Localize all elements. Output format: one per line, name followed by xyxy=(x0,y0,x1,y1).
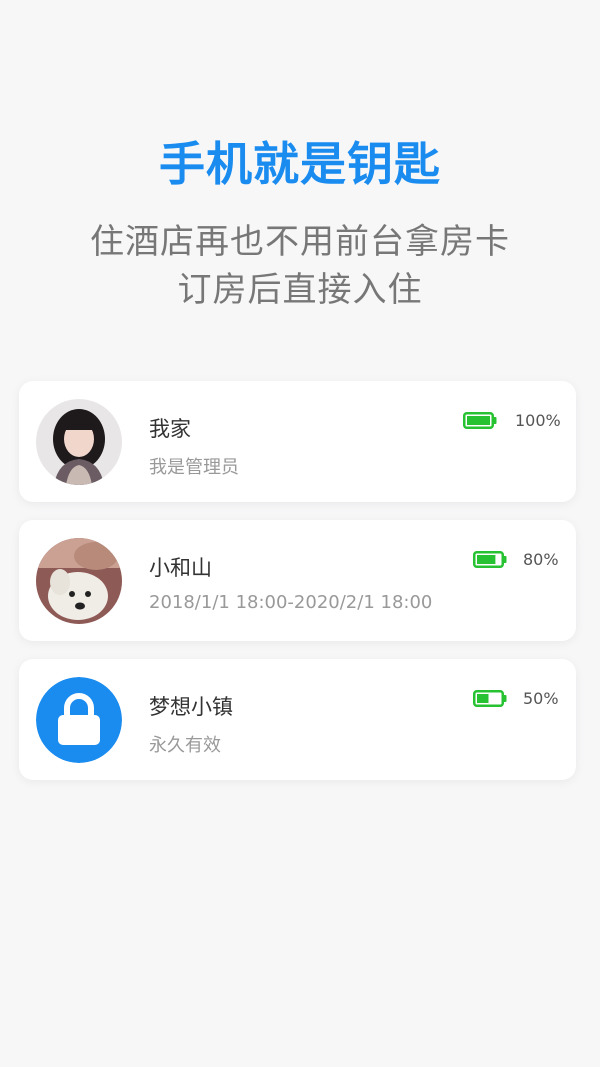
card-name: 我家 xyxy=(149,417,191,441)
battery-percent: 80% xyxy=(523,550,559,569)
avatar xyxy=(36,538,122,624)
lock-icon xyxy=(36,677,122,763)
lock-card-mengxiangxiaozhen[interactable]: 梦想小镇 永久有效 50% xyxy=(19,659,576,780)
card-subtitle: 我是管理员 xyxy=(149,457,239,478)
lock-card-xiaoheshan[interactable]: 小和山 2018/1/1 18:00-2020/2/1 18:00 80% xyxy=(19,520,576,641)
subtitle-line-1: 住酒店再也不用前台拿房卡 xyxy=(90,222,510,262)
lock-card-home[interactable]: 我家 我是管理员 100% xyxy=(19,381,576,502)
avatar xyxy=(36,399,122,485)
card-subtitle: 2018/1/1 18:00-2020/2/1 18:00 xyxy=(149,592,433,613)
battery-percent: 50% xyxy=(523,689,559,708)
battery-icon xyxy=(473,551,507,568)
card-subtitle: 永久有效 xyxy=(149,735,221,756)
page-title: 手机就是钥匙 xyxy=(159,137,441,191)
battery-icon xyxy=(463,412,497,429)
battery-percent: 100% xyxy=(515,411,561,430)
subtitle-line-2: 订房后直接入住 xyxy=(177,270,423,310)
battery-icon xyxy=(473,690,507,707)
card-name: 小和山 xyxy=(149,556,212,580)
card-name: 梦想小镇 xyxy=(149,695,233,719)
